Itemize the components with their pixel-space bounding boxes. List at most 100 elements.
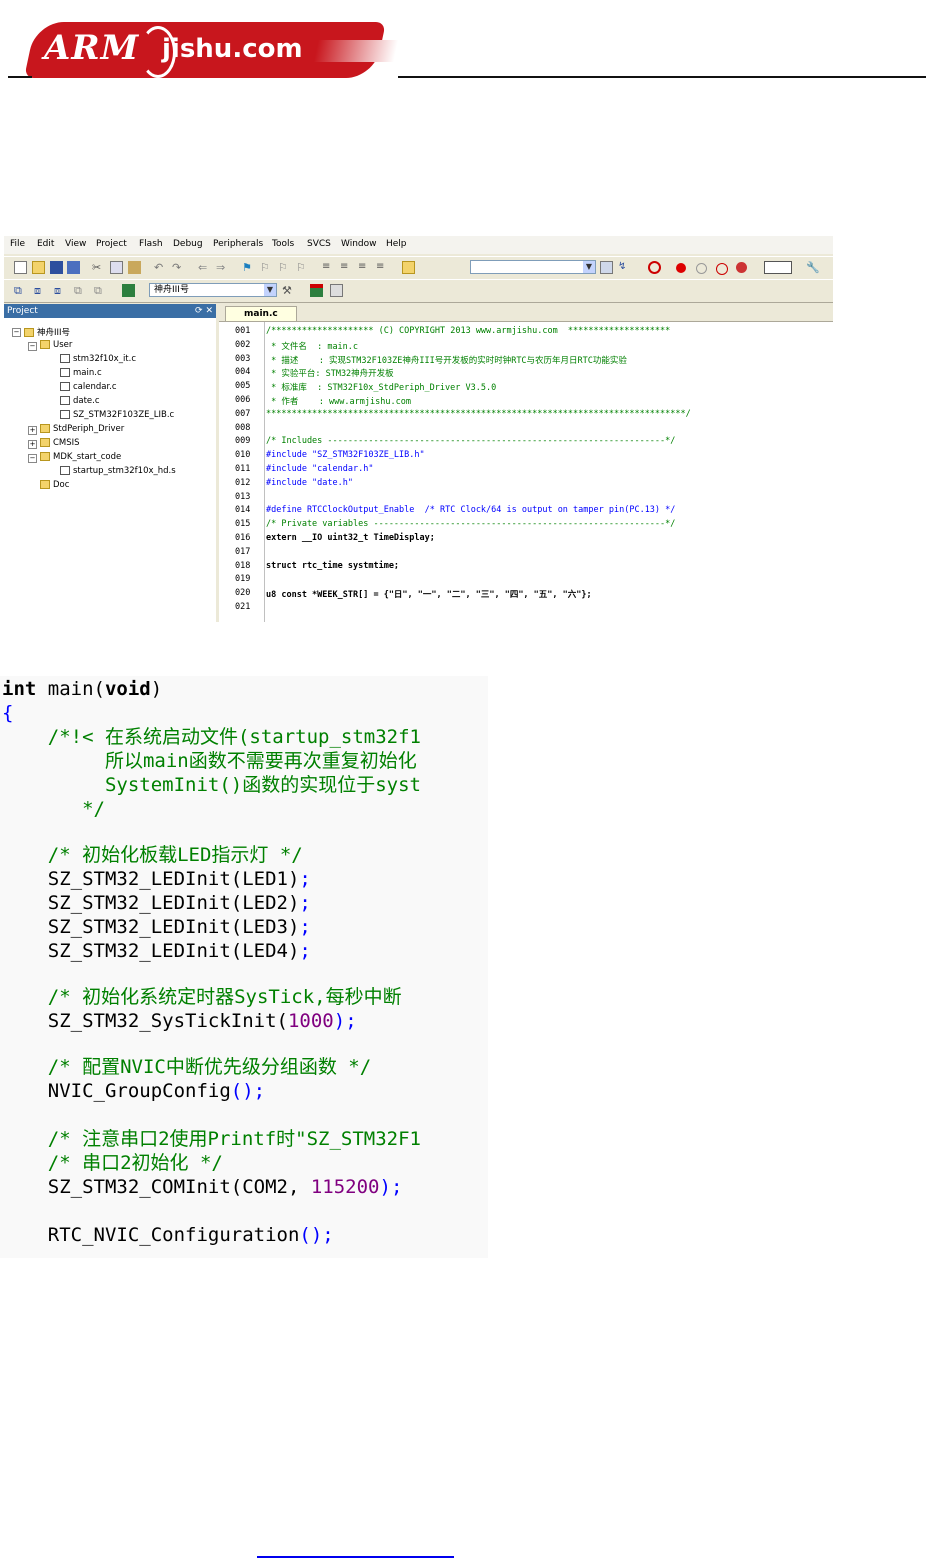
close-icon[interactable]: ✕ <box>205 306 213 316</box>
tree-group-stdperiph[interactable]: StdPeriph_Driver <box>40 424 124 434</box>
download-icon[interactable] <box>122 284 135 297</box>
tree-group-user[interactable]: User <box>40 340 72 350</box>
line-number: 004 <box>235 367 251 378</box>
menu-flash[interactable]: Flash <box>139 239 163 249</box>
tree-file[interactable]: calendar.c <box>60 382 117 392</box>
nav-forward-icon[interactable]: ⇒ <box>216 261 229 274</box>
paste-icon[interactable] <box>128 261 141 274</box>
find-in-files-icon[interactable] <box>402 261 415 274</box>
breakpoint-disable-icon[interactable] <box>696 263 707 274</box>
code-editor[interactable]: main.c 001 002 003 004 005 006 007 008 009 010 011… <box>219 304 833 622</box>
menu-project[interactable]: Project <box>96 239 127 249</box>
rebuild-icon[interactable]: ⧈ <box>54 284 67 297</box>
bookmark-icon[interactable]: ⚑ <box>242 261 255 274</box>
uncomment-icon[interactable]: ≡ <box>376 261 389 274</box>
header-rule-left <box>8 76 32 78</box>
line-number: 005 <box>235 381 251 392</box>
build-icon[interactable]: ⧈ <box>34 284 47 297</box>
new-file-icon[interactable] <box>14 261 27 274</box>
code-text: NVIC_GroupConfig <box>2 1080 231 1102</box>
code-comment: */ <box>2 798 105 820</box>
menu-window[interactable]: Window <box>341 239 377 249</box>
file-extensions-icon[interactable] <box>330 284 343 297</box>
keil-ide-screenshot: File Edit View Project Flash Debug Perip… <box>4 236 833 622</box>
indent-icon[interactable]: ≡ <box>322 261 335 274</box>
menu-edit[interactable]: Edit <box>37 239 54 249</box>
stop-build-icon[interactable]: ⧉ <box>94 284 107 297</box>
save-icon[interactable] <box>50 261 63 274</box>
bookmark-clear-icon[interactable]: ⚐ <box>296 261 309 274</box>
find-combo[interactable]: ▼ <box>470 260 596 274</box>
incremental-find-icon[interactable]: ↯ <box>618 261 631 274</box>
tree-file[interactable]: startup_stm32f10x_hd.s <box>60 466 176 476</box>
line-number: 017 <box>235 546 251 557</box>
tree-group-mdk[interactable]: MDK_start_code <box>40 452 121 462</box>
find-icon[interactable] <box>600 261 613 274</box>
code-number: 115200 <box>310 1176 380 1198</box>
code-line: * 文件名 : main.c <box>266 341 359 352</box>
unindent-icon[interactable]: ≡ <box>340 261 353 274</box>
code-text: SZ_STM32_SysTickInit( <box>2 1010 288 1032</box>
line-number: 012 <box>235 477 251 488</box>
line-number: 010 <box>235 450 251 461</box>
breakpoint-disable-all-icon[interactable] <box>716 263 728 275</box>
menu-debug[interactable]: Debug <box>173 239 203 249</box>
window-layout-icon[interactable] <box>764 261 792 274</box>
code-punct: (); <box>230 1080 266 1102</box>
tree-file[interactable]: date.c <box>60 396 100 406</box>
tab-label: main.c <box>244 309 278 319</box>
configure-icon[interactable]: 🔧 <box>806 261 820 274</box>
menu-view[interactable]: View <box>65 239 86 249</box>
tree-group-doc[interactable]: Doc <box>40 480 69 490</box>
menu-peripherals[interactable]: Peripherals <box>213 239 263 249</box>
copy-icon[interactable] <box>110 261 123 274</box>
tab-main-c[interactable]: main.c <box>225 306 297 321</box>
bookmark-next-icon[interactable]: ⚐ <box>278 261 291 274</box>
menu-file[interactable]: File <box>10 239 25 249</box>
expand-toggle-user[interactable]: − <box>28 342 37 351</box>
breakpoint-icon[interactable] <box>676 263 686 273</box>
code-line: #include "date.h" <box>266 477 353 488</box>
breakpoint-kill-all-icon[interactable] <box>736 262 747 273</box>
save-all-icon[interactable] <box>67 261 80 274</box>
target-select[interactable]: 神舟III号 ▼ <box>149 283 277 297</box>
tree-file-label: SZ_STM32F103ZE_LIB.c <box>73 410 175 420</box>
comment-icon[interactable]: ≡ <box>358 261 371 274</box>
expand-toggle-root[interactable]: − <box>12 328 21 337</box>
translate-icon[interactable]: ⧉ <box>14 284 27 297</box>
code-line: * 描述 : 实现STM32F103ZE神舟III号开发板的实时时钟RTC与农历… <box>266 355 627 366</box>
nav-back-icon[interactable]: ⇐ <box>198 261 211 274</box>
manage-components-icon[interactable] <box>310 284 323 297</box>
target-options-icon[interactable]: ⚒ <box>282 284 295 297</box>
tree-file-label: startup_stm32f10x_hd.s <box>73 466 176 476</box>
menu-svcs[interactable]: SVCS <box>307 239 331 249</box>
tree-file-label: date.c <box>73 396 100 406</box>
code-line: extern __IO uint32_t TimeDisplay; <box>266 533 435 543</box>
tree-root[interactable]: 神舟III号 <box>24 326 70 338</box>
code-text: SZ_STM32_LEDInit(LED2) <box>2 892 300 914</box>
batch-build-icon[interactable]: ⧉ <box>74 284 87 297</box>
pin-icon[interactable]: ⟳ <box>195 306 203 316</box>
folder-icon <box>40 438 50 447</box>
expand-toggle-cmsis[interactable]: + <box>28 440 37 449</box>
menu-tools[interactable]: Tools <box>272 239 294 249</box>
footer-link-underline[interactable] <box>257 1556 454 1558</box>
debug-start-icon[interactable] <box>648 261 661 274</box>
code-comment: SystemInit()函数的实现位于syst <box>2 774 421 796</box>
bookmark-prev-icon[interactable]: ⚐ <box>260 261 273 274</box>
menu-help[interactable]: Help <box>386 239 407 249</box>
code-line: * 作者 : www.armjishu.com <box>266 397 411 407</box>
expand-toggle-stdperiph[interactable]: + <box>28 426 37 435</box>
tree-file[interactable]: SZ_STM32F103ZE_LIB.c <box>60 410 174 420</box>
code-line: SZ_STM32_LEDInit(LED1); <box>2 868 311 890</box>
expand-toggle-mdk[interactable]: − <box>28 454 37 463</box>
project-panel: Project ⟳ ✕ − 神舟III号 − User stm32f10x_it… <box>4 304 219 622</box>
tree-group-cmsis[interactable]: CMSIS <box>40 438 80 448</box>
open-folder-icon[interactable] <box>32 261 45 274</box>
undo-icon[interactable]: ↶ <box>154 261 167 274</box>
redo-icon[interactable]: ↷ <box>172 261 185 274</box>
tree-file[interactable]: main.c <box>60 368 102 378</box>
code-comment: /* 初始化板载LED指示灯 */ <box>2 844 303 866</box>
tree-file[interactable]: stm32f10x_it.c <box>60 354 136 364</box>
cut-icon[interactable]: ✂ <box>92 261 105 274</box>
